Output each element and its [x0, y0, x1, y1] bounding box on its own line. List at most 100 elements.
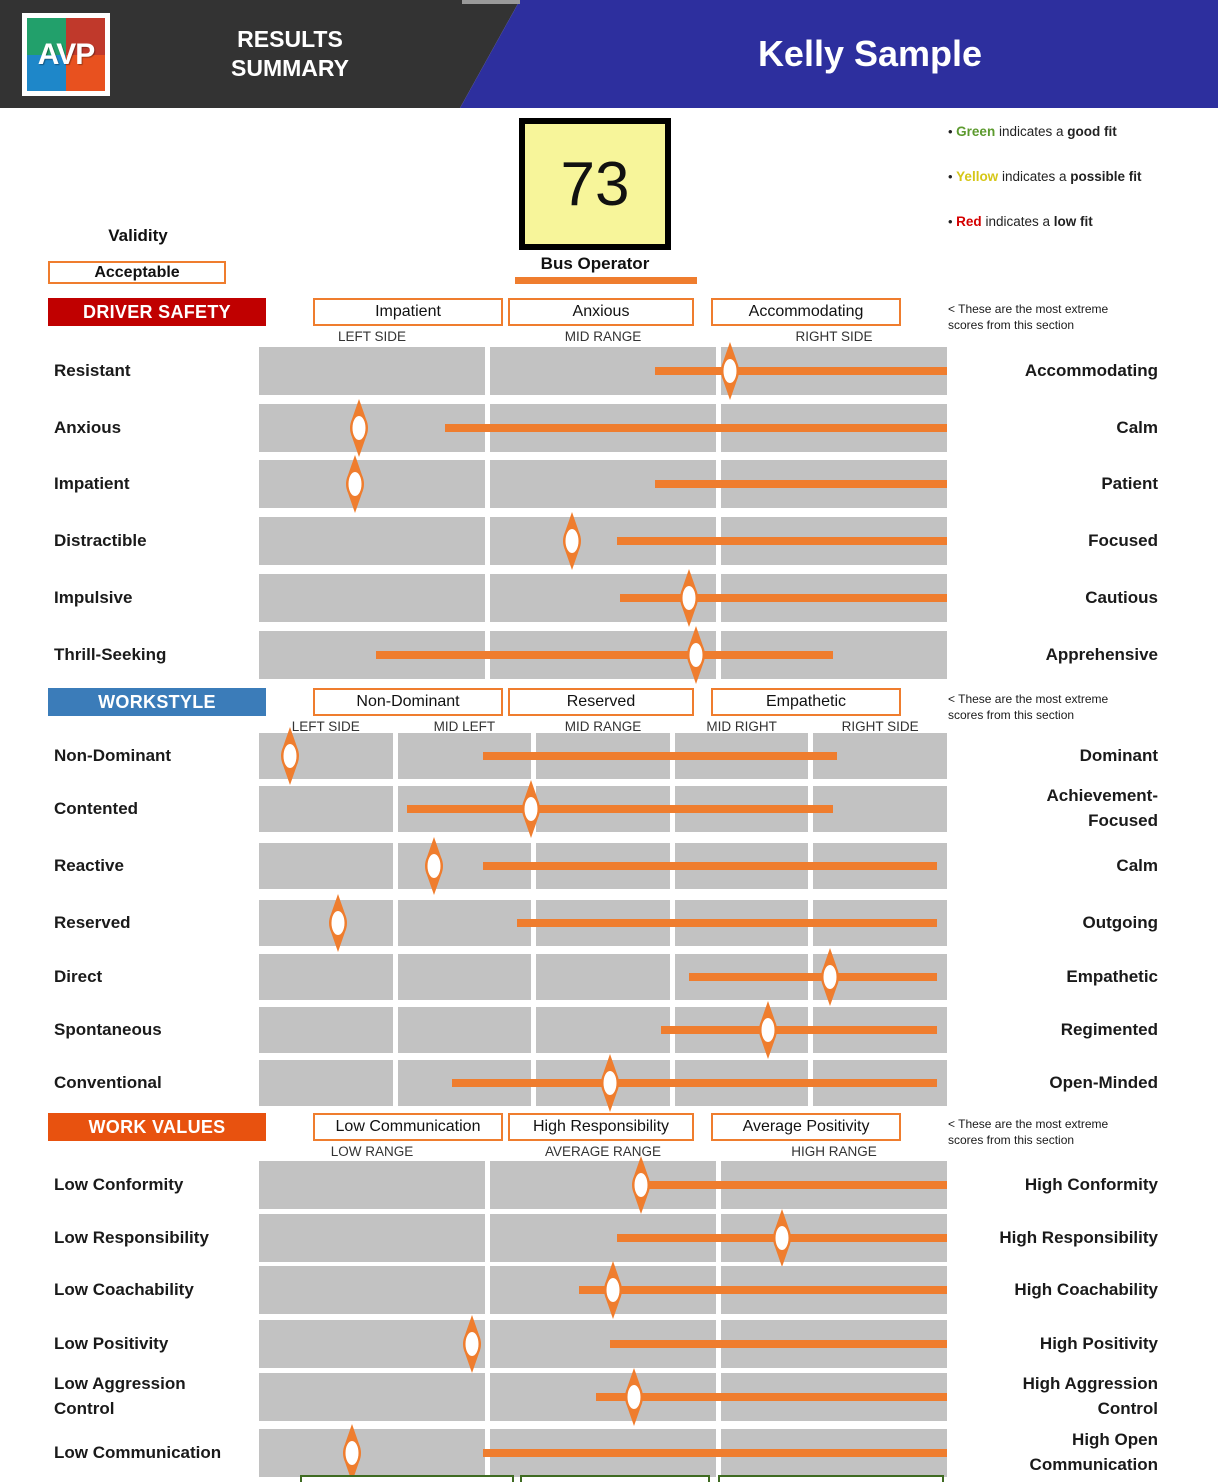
- trait-track[interactable]: [259, 837, 947, 895]
- trait-track[interactable]: [259, 1001, 947, 1059]
- trait-right-label: Empathetic: [1066, 967, 1158, 986]
- results-summary-page: AVP RESULTS SUMMARY Kelly Sample • Green…: [0, 0, 1218, 1482]
- trait-track[interactable]: [259, 1315, 947, 1373]
- trait-track[interactable]: [259, 512, 947, 570]
- target-range-bar: [609, 1340, 947, 1348]
- trait-left-label: Direct: [54, 967, 103, 986]
- report-kind: RESULTS SUMMARY: [155, 25, 425, 83]
- legend-bullet: •: [948, 124, 957, 139]
- trait-row: Contented Achievement- Focused: [0, 780, 1218, 838]
- trait-track[interactable]: [259, 569, 947, 627]
- trait-left-label: Contented: [54, 799, 139, 818]
- target-range-bar: [517, 919, 937, 927]
- legend-color-word: Yellow: [956, 169, 999, 185]
- trait-track[interactable]: [259, 894, 947, 952]
- trait-track[interactable]: [259, 342, 947, 400]
- track-segment: [259, 460, 485, 508]
- track-segment: [259, 733, 393, 779]
- footer-extreme-box-1: [300, 1475, 514, 1482]
- section-label-workstyle: WORKSTYLE: [48, 688, 266, 716]
- extreme-score-driver-safety-3: Accommodating: [711, 298, 901, 326]
- trait-left-label: Distractible: [54, 531, 147, 550]
- track-segment: [397, 900, 532, 946]
- extreme-score-workstyle-3: Empathetic: [711, 688, 901, 716]
- trait-left-label: Anxious: [54, 418, 122, 437]
- trait-track[interactable]: [259, 1424, 947, 1482]
- extreme-score-work-values-2: High Responsibility: [508, 1113, 694, 1141]
- trait-track[interactable]: [259, 399, 947, 457]
- track-segment: [259, 1429, 485, 1477]
- trait-row: Resistant Accommodating: [0, 342, 1218, 400]
- trait-row: Low Coachability High Coachability: [0, 1261, 1218, 1319]
- trait-row: Distractible Focused: [0, 512, 1218, 570]
- section-label-work-values: WORK VALUES: [48, 1113, 266, 1141]
- extreme-score-driver-safety-1: Impatient: [313, 298, 503, 326]
- trait-track[interactable]: [259, 626, 947, 684]
- trait-track[interactable]: [259, 948, 947, 1006]
- legend-fit-word: low fit: [1053, 214, 1093, 230]
- trait-row: Direct Empathetic: [0, 948, 1218, 1006]
- trait-track[interactable]: [259, 1156, 947, 1214]
- target-range-bar: [596, 1393, 947, 1401]
- trait-right-label: Open-Minded: [1049, 1073, 1158, 1092]
- trait-row: Thrill-Seeking Apprehensive: [0, 626, 1218, 684]
- legend-middle-text: indicates a: [998, 169, 1071, 185]
- legend-item-green: • Green indicates a good fit: [948, 124, 1210, 140]
- footer-extreme-box-2: [520, 1475, 710, 1482]
- range-tick-workstyle-4: MID RIGHT: [706, 719, 777, 734]
- trait-track[interactable]: [259, 1209, 947, 1267]
- trait-right-label: Dominant: [1079, 746, 1158, 765]
- trait-left-label: Low Communication: [54, 1443, 222, 1462]
- range-tick-workstyle-3: MID RANGE: [564, 719, 642, 734]
- range-tick-work-values-3: HIGH RANGE: [791, 1144, 877, 1159]
- target-range-bar: [482, 1449, 947, 1457]
- trait-track[interactable]: [259, 1368, 947, 1426]
- report-kind-line2: SUMMARY: [231, 54, 349, 81]
- header-notch: [462, 0, 520, 4]
- target-range-bar: [482, 862, 937, 870]
- track-segment: [259, 1007, 393, 1053]
- trait-right-label: High Conformity: [1024, 1175, 1158, 1194]
- section-note-work-values: < These are the most extreme scores from…: [948, 1117, 1109, 1147]
- validity-title: Validity: [108, 226, 168, 245]
- trait-left-label: Impatient: [54, 474, 130, 493]
- target-range-bar: [616, 1234, 947, 1242]
- trait-row: Impatient Patient: [0, 455, 1218, 513]
- legend-fit-word: possible fit: [1070, 169, 1142, 185]
- trait-track[interactable]: [259, 1054, 947, 1112]
- track-segment: [259, 843, 393, 889]
- section-note-driver-safety: < These are the most extreme scores from…: [948, 302, 1109, 332]
- track-segment: [259, 1320, 485, 1368]
- section-label-driver-safety: DRIVER SAFETY: [48, 298, 266, 326]
- trait-left-label: Low Conformity: [54, 1175, 184, 1194]
- overall-score-box: 73: [519, 118, 671, 250]
- range-tick-workstyle-2: MID LEFT: [433, 719, 496, 734]
- legend-middle-text: indicates a: [995, 124, 1068, 139]
- trait-right-label: Calm: [1116, 856, 1158, 875]
- target-range-bar: [406, 805, 834, 813]
- avp-logo: AVP: [22, 13, 110, 96]
- range-tick-driver-safety-2: MID RANGE: [564, 329, 642, 344]
- fit-legend: • Green indicates a good fit • Yellow ind…: [948, 124, 1210, 260]
- track-segment: [259, 574, 485, 622]
- target-range-bar: [578, 1286, 947, 1294]
- target-range-bar: [654, 367, 947, 375]
- trait-track[interactable]: [259, 455, 947, 513]
- legend-fit-word: good fit: [1067, 124, 1117, 139]
- extreme-score-workstyle-1: Non-Dominant: [313, 688, 503, 716]
- trait-row: Spontaneous Regimented: [0, 1001, 1218, 1059]
- trait-track[interactable]: [259, 727, 947, 785]
- trait-right-label: High Responsibility: [999, 1228, 1158, 1247]
- track-segment: [259, 786, 393, 832]
- trait-left-label: Resistant: [54, 361, 131, 380]
- extreme-score-work-values-1: Low Communication: [313, 1113, 503, 1141]
- trait-track[interactable]: [259, 780, 947, 838]
- range-tick-driver-safety-1: LEFT SIDE: [337, 329, 407, 344]
- trait-left-label: Low Positivity: [54, 1334, 169, 1353]
- trait-track[interactable]: [259, 1261, 947, 1319]
- trait-left-label: Conventional: [54, 1073, 162, 1092]
- trait-row: Low Communication High Open Communication: [0, 1424, 1218, 1482]
- footer-extreme-box-3: [718, 1475, 944, 1482]
- validity-status-text: Acceptable: [94, 263, 180, 281]
- trait-right-label: Patient: [1101, 474, 1158, 493]
